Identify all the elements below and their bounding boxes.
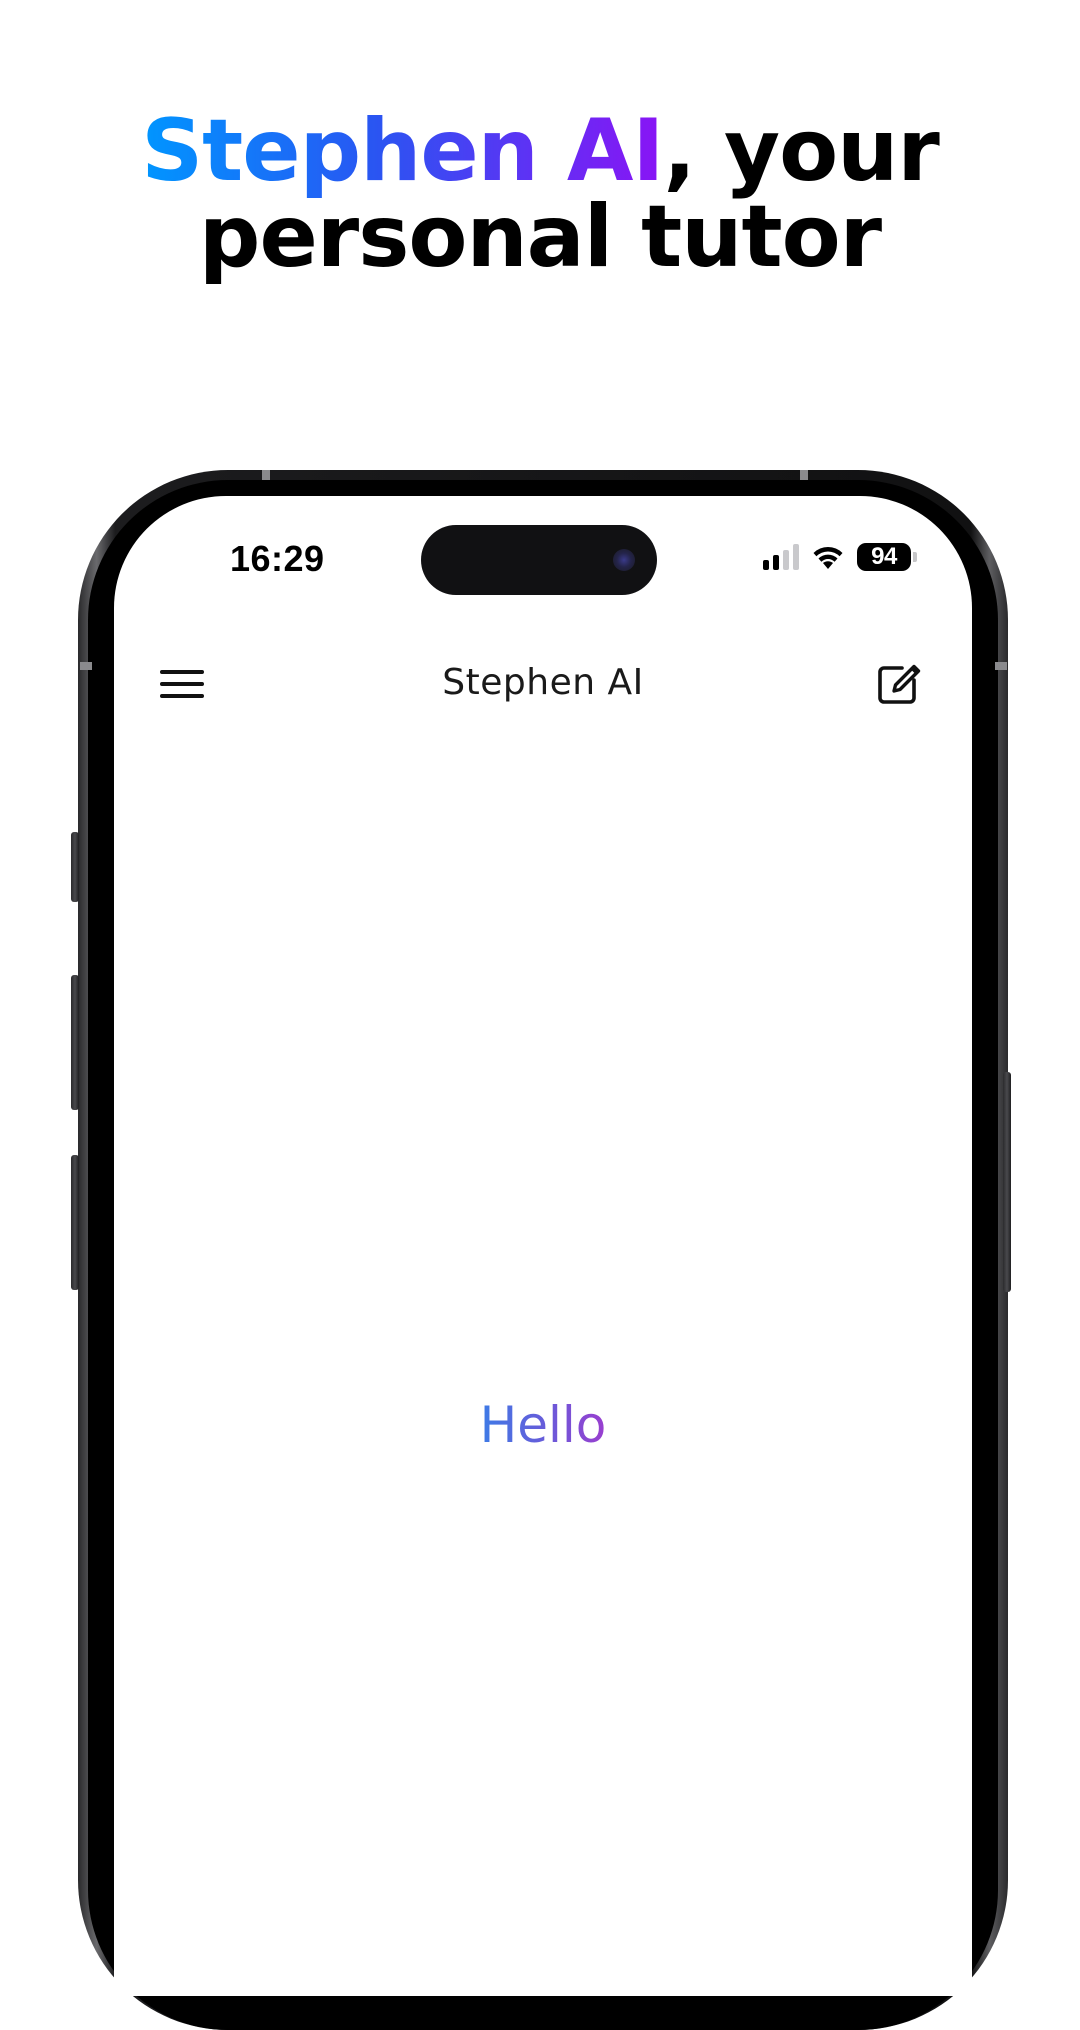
volume-down-button [71, 1155, 79, 1290]
app-header: Stephen AI [114, 644, 972, 724]
battery-indicator: 94 [857, 543, 917, 571]
signal-bar [793, 544, 799, 570]
antenna-line-top-right [800, 470, 808, 480]
signal-bar [773, 555, 779, 570]
headline-line-2: personal tutor [198, 187, 882, 287]
status-icons: 94 [763, 542, 917, 572]
headline: Stephen AI, your personal tutor [0, 108, 1080, 280]
battery-level: 94 [857, 543, 911, 571]
phone-screen: 16:29 94 Stephen AI Hello [114, 496, 972, 1996]
cellular-signal-icon [763, 544, 799, 570]
headline-brand: Stephen AI [141, 101, 664, 201]
signal-bar [783, 550, 789, 570]
greeting-label: Hello [479, 1396, 607, 1454]
antenna-line-right [995, 662, 1007, 670]
compose-icon[interactable] [874, 658, 924, 708]
action-button [71, 832, 79, 902]
antenna-line-top-left [262, 470, 270, 480]
status-time: 16:29 [230, 538, 325, 579]
headline-line-1: Stephen AI, your [0, 108, 1080, 194]
headline-rest: , your [663, 101, 939, 201]
wifi-icon [813, 546, 843, 569]
signal-bar [763, 560, 769, 570]
dynamic-island [421, 525, 657, 595]
antenna-line-left [80, 662, 92, 670]
volume-up-button [71, 975, 79, 1110]
greeting-text: Hello [114, 1396, 972, 1454]
app-title: Stephen AI [442, 662, 644, 703]
camera-icon [613, 549, 635, 571]
power-button [1003, 1072, 1011, 1292]
battery-tip [913, 552, 917, 562]
